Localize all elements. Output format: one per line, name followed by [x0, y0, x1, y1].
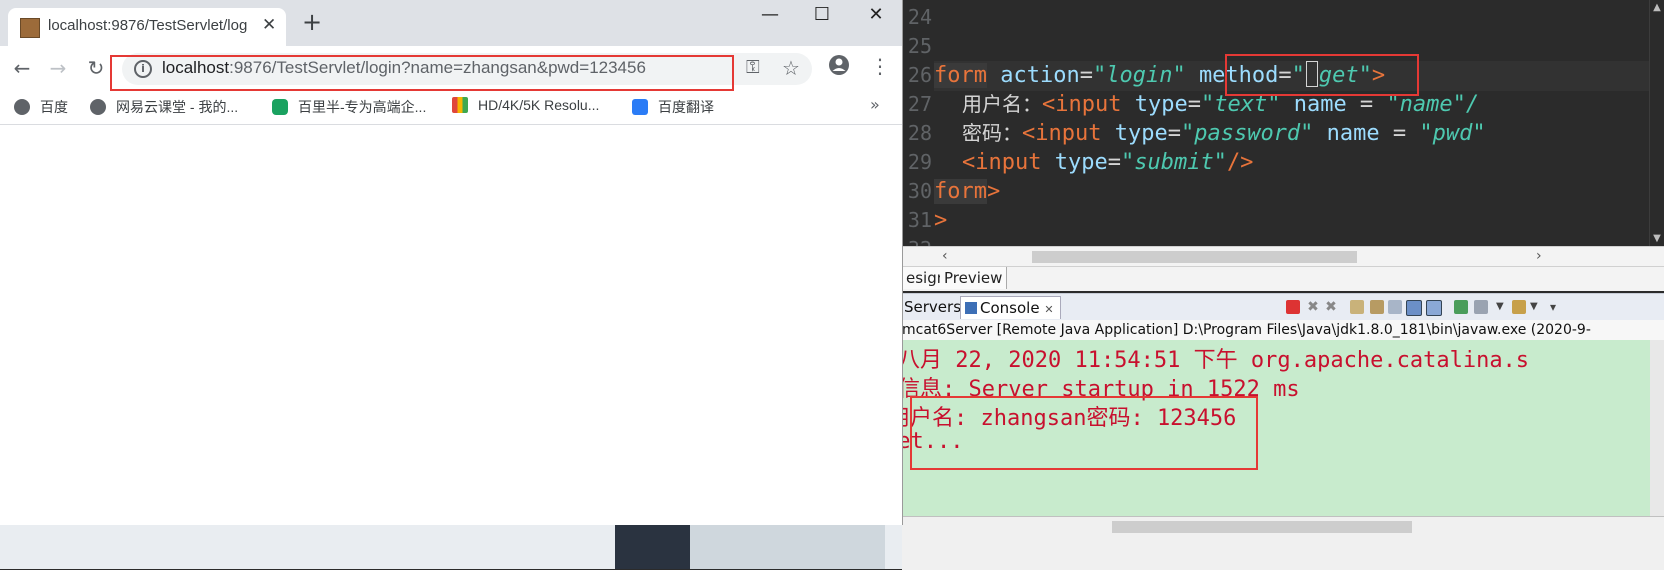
line-number: 27	[907, 92, 932, 116]
design-preview-tabs: esign Preview	[902, 266, 1664, 291]
username-label-text: 用户名：	[962, 92, 1042, 116]
editor-horizontal-scrollbar[interactable]: ‹ ›	[902, 246, 1664, 267]
close-window-button[interactable]: ✕	[856, 4, 896, 25]
bookmark-item[interactable]: 网易云课堂 - 我的...	[90, 97, 238, 117]
chevron-down-icon[interactable]: ▼	[1496, 300, 1510, 314]
annotation-box-url	[110, 55, 734, 91]
line-number: 24	[907, 5, 932, 29]
star-icon[interactable]: ☆	[782, 56, 800, 80]
line-number: 30	[907, 179, 932, 203]
password-label-text: 密码：	[962, 121, 1022, 145]
globe-icon	[14, 99, 30, 115]
desktop-wallpaper-area	[615, 525, 690, 569]
code-editor[interactable]: 24 25 26 27 28 29 30 31 32 form action="…	[902, 0, 1664, 246]
new-tab-button[interactable]: +	[302, 10, 322, 34]
line-number: 29	[907, 150, 932, 174]
close-tab-icon[interactable]: ✕	[262, 15, 276, 35]
browser-tab[interactable]: localhost:9876/TestServlet/log ✕	[8, 8, 286, 46]
console-icon	[965, 302, 977, 314]
action-attr: action	[1000, 63, 1080, 88]
annotation-box-method	[1225, 54, 1419, 96]
remove-all-icon[interactable]: ✖	[1324, 300, 1338, 314]
globe-icon	[90, 99, 106, 115]
console-line: 八月 22, 2020 11:54:51 下午 org.apache.catal…	[902, 348, 1530, 373]
line-number: 26	[907, 63, 932, 87]
maximize-button[interactable]: ☐	[802, 4, 842, 25]
forward-arrow-icon[interactable]: →	[46, 56, 70, 80]
line-number: 31	[907, 208, 932, 232]
view-menu-icon[interactable]: ▾	[1550, 300, 1564, 314]
scroll-down-icon[interactable]: ▼	[1651, 233, 1663, 244]
bookmark-item[interactable]: 百里半-专为高端企...	[272, 97, 426, 117]
code-line-30[interactable]: form>	[934, 177, 1000, 206]
console-vertical-scrollbar[interactable]	[1650, 340, 1664, 516]
tomcat-favicon-icon	[20, 18, 40, 38]
tab-servers[interactable]: Servers	[904, 296, 961, 318]
annotation-box-console	[910, 396, 1258, 470]
minimize-button[interactable]: —	[750, 4, 790, 25]
heart-icon	[272, 99, 288, 115]
line-number-gutter: 24 25 26 27 28 29 30 31 32	[902, 0, 934, 246]
open-console-icon[interactable]	[1512, 300, 1526, 314]
scroll-right-icon[interactable]: ›	[1536, 248, 1542, 264]
tab-strip: localhost:9876/TestServlet/log ✕ + — ☐ ✕	[0, 0, 902, 46]
scrollbar-thumb[interactable]	[1112, 521, 1412, 533]
grid-icon	[452, 97, 468, 113]
account-avatar-icon[interactable]	[828, 54, 850, 82]
show-on-error-icon[interactable]	[1426, 300, 1442, 316]
line-number: 25	[907, 34, 932, 58]
scroll-left-icon[interactable]: ‹	[942, 248, 948, 264]
editor-vertical-scrollbar[interactable]: ▲ ▼	[1649, 0, 1664, 246]
line-number: 32	[902, 235, 932, 246]
terminate-icon[interactable]	[1286, 300, 1300, 314]
console-horizontal-scrollbar[interactable]	[902, 516, 1664, 570]
bookmarks-bar: 百度 网易云课堂 - 我的... 百里半-专为高端企... HD/4K/5K R…	[0, 91, 902, 125]
key-icon[interactable]: ⚿	[746, 57, 760, 78]
reload-icon[interactable]: ↻	[84, 56, 108, 80]
tab-console[interactable]: Console ✕	[960, 296, 1061, 319]
line-number: 28	[907, 121, 932, 145]
close-icon[interactable]: ✕	[1044, 303, 1053, 316]
pin-console-icon[interactable]	[1454, 300, 1468, 314]
bookmark-item[interactable]: HD/4K/5K Resolu...	[452, 97, 599, 113]
console-tab-label: Console	[980, 299, 1040, 317]
scrollbar-thumb[interactable]	[1032, 251, 1357, 263]
show-on-output-icon[interactable]	[1406, 300, 1422, 316]
code-line-31[interactable]: >	[934, 206, 947, 235]
action-value: "login"	[1092, 63, 1186, 88]
tab-preview[interactable]: Preview	[940, 267, 1008, 289]
remove-launch-icon[interactable]: ✖	[1306, 300, 1320, 314]
clear-console-icon[interactable]	[1350, 300, 1364, 314]
back-arrow-icon[interactable]: ←	[10, 56, 34, 80]
desktop-wallpaper-area	[690, 525, 885, 569]
word-wrap-icon[interactable]	[1388, 300, 1402, 314]
chevron-down-icon[interactable]: ▼	[1530, 300, 1544, 314]
code-line-28[interactable]: 密码：<input type="password" name = "pwd"	[962, 119, 1486, 148]
page-content[interactable]	[0, 125, 902, 525]
scroll-up-icon[interactable]: ▲	[1651, 2, 1663, 13]
console-view-tabs: Servers Console ✕ ✖ ✖ ▼ ▼ ▾	[902, 293, 1664, 321]
menu-kebab-icon[interactable]: ⋮	[870, 54, 890, 78]
scroll-lock-icon[interactable]	[1370, 300, 1384, 314]
bookmarks-overflow-button[interactable]: »	[870, 95, 880, 114]
bookmark-item[interactable]: 百度翻译	[632, 97, 714, 117]
desktop-background	[0, 525, 902, 569]
display-console-icon[interactable]	[1474, 300, 1488, 314]
tab-title: localhost:9876/TestServlet/log	[48, 17, 248, 34]
console-process-description: mcat6Server [Remote Java Application] D:…	[902, 320, 1664, 340]
form-tag: form	[934, 63, 987, 88]
code-line-29[interactable]: <input type="submit"/>	[962, 148, 1253, 177]
translate-icon	[632, 99, 648, 115]
bookmark-item[interactable]: 百度	[14, 97, 68, 117]
